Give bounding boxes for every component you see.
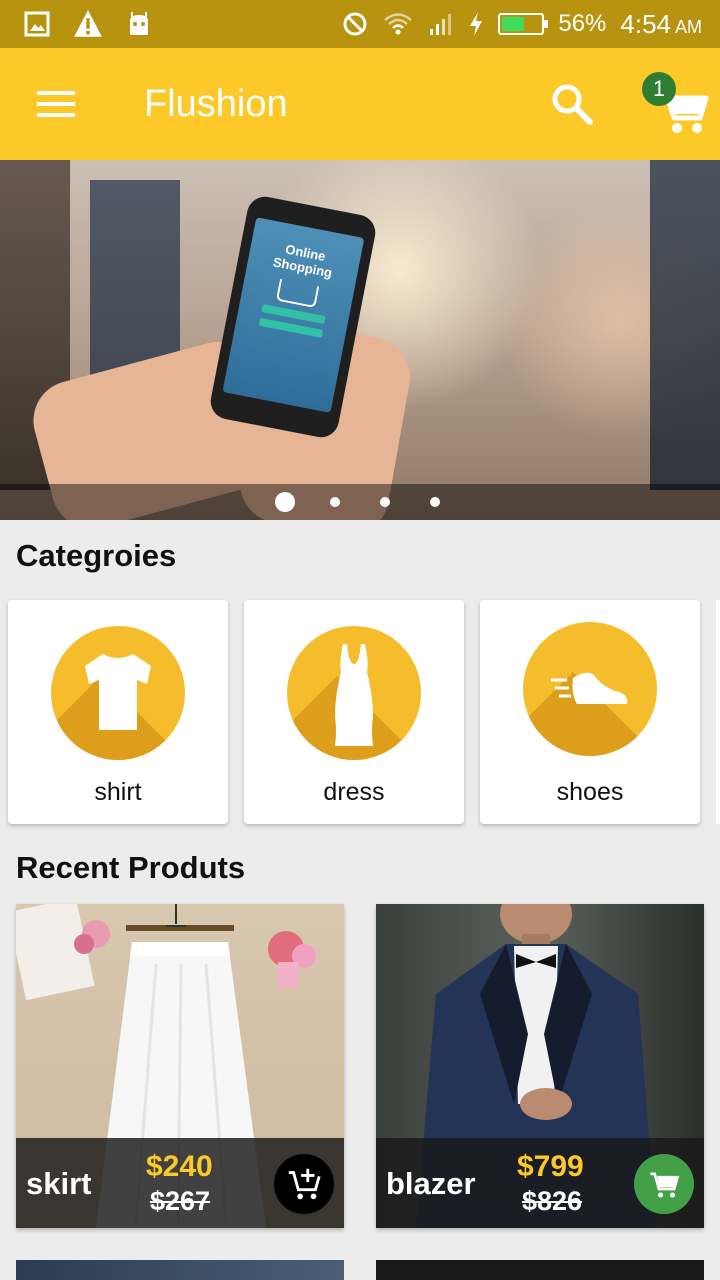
product-card-blazer[interactable]: blazer $799 $826	[376, 904, 704, 1228]
product-card-skirt[interactable]: skirt $240 $267	[16, 904, 344, 1228]
signal-icon	[430, 14, 452, 35]
android-icon	[130, 12, 148, 35]
clock-ampm: AM	[675, 16, 702, 37]
store-shelf-right	[650, 160, 720, 490]
cart-icon	[650, 1172, 680, 1198]
product-old-price: $826	[522, 1186, 583, 1216]
add-to-cart-button[interactable]	[274, 1154, 334, 1214]
product-price: $799	[517, 1150, 584, 1183]
wifi-icon	[384, 13, 413, 35]
category-label: shirt	[94, 778, 142, 806]
product-name: blazer	[386, 1166, 476, 1201]
product-info-bar: skirt $240 $267	[16, 1138, 344, 1228]
category-card-shoes[interactable]: shoes	[480, 600, 700, 824]
cart-count-badge[interactable]: 1	[642, 72, 676, 106]
product-card-peek-left[interactable]	[16, 1260, 344, 1280]
clock: 4:54 AM	[620, 9, 702, 40]
dress-icon	[335, 644, 373, 746]
slide-dot-4[interactable]	[430, 497, 440, 507]
category-label: shoes	[556, 778, 624, 806]
slide-dot-1[interactable]	[275, 492, 295, 512]
banner-phone-screen: Online Shopping	[222, 217, 365, 413]
app-bar: Flushion	[0, 48, 720, 160]
slide-indicator	[0, 484, 720, 520]
status-bar: 56% 4:54 AM	[0, 0, 720, 48]
app-title: Flushion	[144, 82, 288, 125]
product-card-peek-right[interactable]	[376, 1260, 704, 1280]
block-icon	[343, 12, 367, 36]
category-card-dress[interactable]: dress	[244, 600, 464, 824]
search-icon[interactable]	[546, 78, 598, 130]
in-cart-button[interactable]	[634, 1154, 694, 1214]
promo-banner[interactable]: Online Shopping	[0, 160, 720, 520]
battery-percent: 56%	[558, 10, 607, 37]
shirt-icon	[85, 654, 151, 730]
category-circle	[523, 622, 657, 756]
product-name: skirt	[26, 1166, 92, 1201]
category-circle	[287, 626, 421, 760]
slide-dot-3[interactable]	[380, 497, 390, 507]
product-info-bar: blazer $799 $826	[376, 1138, 704, 1228]
product-price: $240	[146, 1150, 213, 1183]
slide-dot-2[interactable]	[330, 497, 340, 507]
menu-button[interactable]	[0, 48, 112, 160]
banner-cart-mark	[275, 278, 320, 309]
warning-icon	[74, 10, 102, 37]
battery-icon	[498, 13, 549, 35]
clock-time: 4:54	[620, 8, 671, 39]
shoe-icon	[551, 672, 628, 704]
menu-icon	[37, 91, 75, 117]
charging-icon	[470, 12, 483, 36]
product-old-price: $267	[150, 1186, 211, 1216]
category-label: dress	[323, 778, 385, 806]
gallery-icon	[24, 11, 50, 37]
category-circle	[51, 626, 185, 760]
category-card-peek[interactable]	[716, 600, 720, 824]
category-card-shirt[interactable]: shirt	[8, 600, 228, 824]
add-to-cart-icon	[288, 1168, 321, 1200]
recent-products-title: Recent Produts	[16, 850, 246, 885]
categories-title: Categroies	[16, 538, 177, 573]
